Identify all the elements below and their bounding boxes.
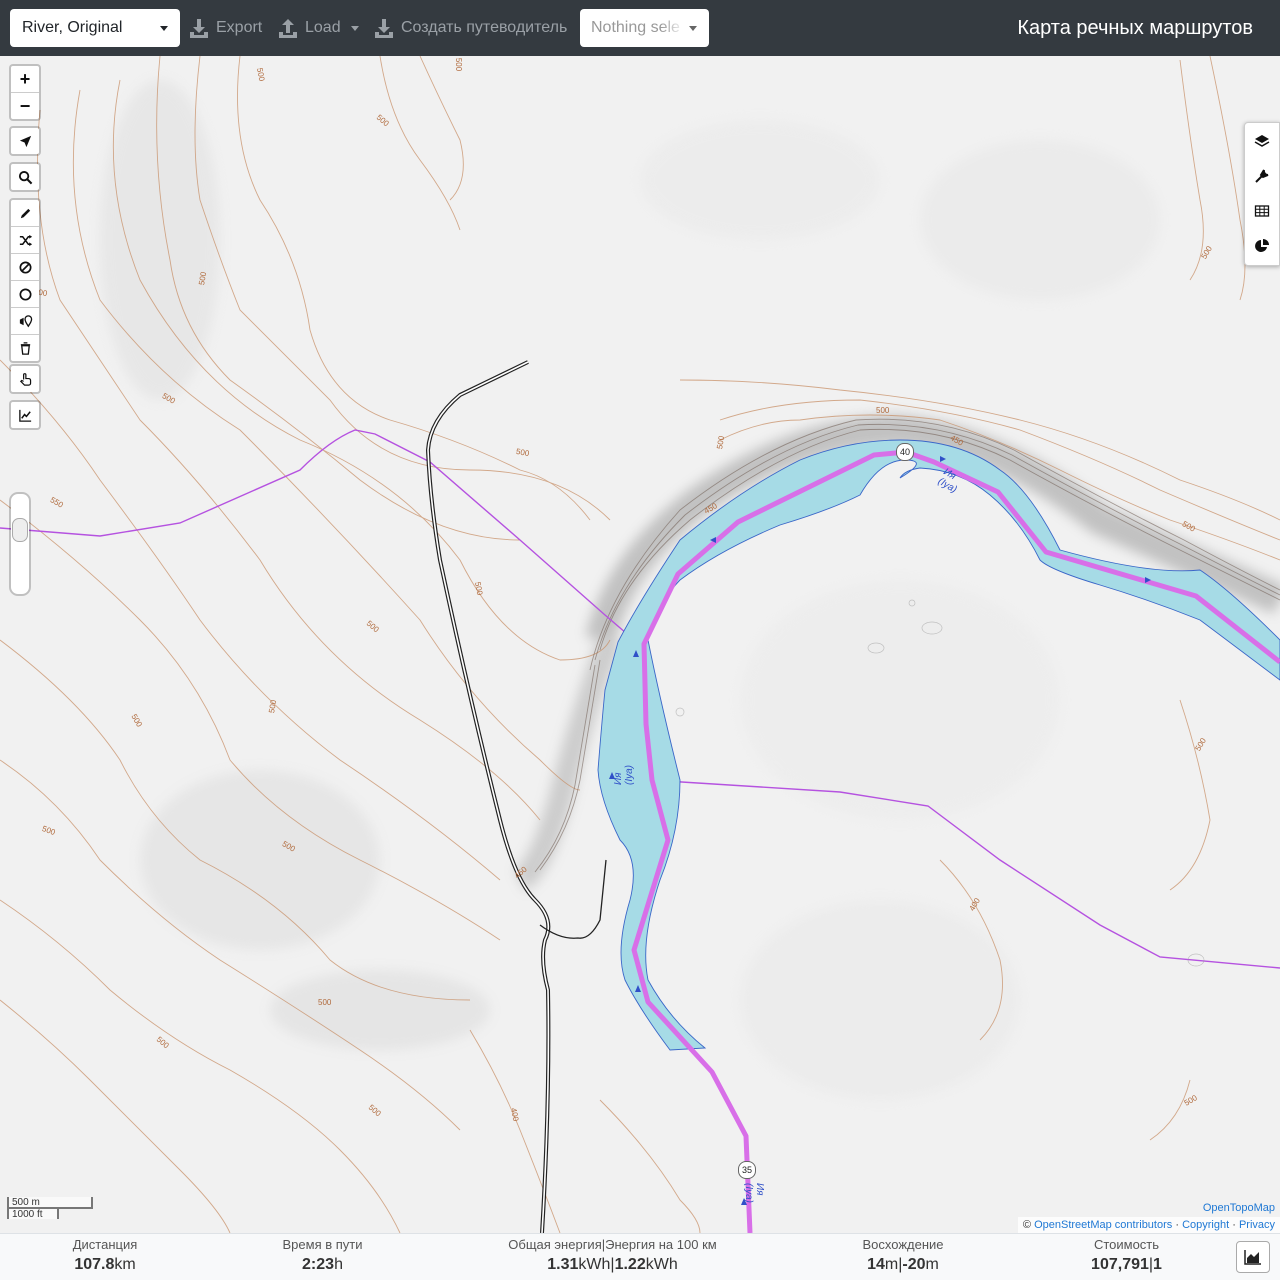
- stat-distance-value: 107.8km: [74, 1256, 136, 1273]
- draw-route-button[interactable]: [11, 200, 39, 227]
- river-label: Ия (Iya): [613, 765, 635, 785]
- table-icon: [1254, 204, 1270, 217]
- circle-button[interactable]: [11, 281, 39, 308]
- layers-button[interactable]: [1245, 123, 1279, 158]
- shuffle-icon: [19, 234, 32, 246]
- pencil-icon: [20, 208, 30, 218]
- chevron-down-icon: [160, 26, 168, 31]
- locate-button[interactable]: [11, 128, 39, 154]
- stat-time-label: Время в пути: [282, 1237, 363, 1252]
- stat-ascent: Восхождение 14m|-20m: [848, 1236, 958, 1276]
- tile-provider-link[interactable]: OpenTopoMap: [1203, 1202, 1275, 1214]
- stat-cost-label: Стоимость: [1093, 1237, 1160, 1252]
- profile-select[interactable]: River, Original: [10, 9, 180, 47]
- create-guide-label: Создать путеводитель: [401, 19, 568, 36]
- stat-cost: Стоимость 107,791|1: [1074, 1236, 1179, 1276]
- contour-label: 500: [454, 57, 464, 72]
- export-button[interactable]: Export: [188, 12, 262, 44]
- trash-icon: [20, 341, 30, 355]
- stat-time: Время в пути 2:23h: [270, 1236, 375, 1276]
- elevation-control: [9, 400, 41, 430]
- zoom-control: + −: [9, 64, 41, 121]
- selection-dropdown[interactable]: Nothing sele: [580, 9, 709, 47]
- pie-chart-icon: [1255, 238, 1269, 252]
- upload-icon: [279, 19, 297, 38]
- area-chart-icon: [1244, 1250, 1261, 1265]
- attribution: © OpenStreetMap contributors · Copyright…: [1017, 1217, 1280, 1233]
- hand-pointer-icon: [19, 372, 31, 386]
- opacity-slider-thumb[interactable]: [12, 518, 28, 542]
- route-distance-marker[interactable]: 40: [896, 443, 914, 461]
- delete-route-button[interactable]: [11, 335, 39, 361]
- zoom-out-button[interactable]: −: [11, 93, 39, 119]
- profile-select-value: River, Original: [22, 19, 123, 36]
- stat-energy-label: Общая энергия|Энергия на 100 км: [508, 1237, 717, 1252]
- osm-link[interactable]: OpenStreetMap contributors: [1034, 1219, 1172, 1231]
- search-button[interactable]: [11, 164, 39, 190]
- elevation-chart-button[interactable]: [11, 402, 39, 428]
- search-icon: [18, 170, 32, 184]
- ban-icon: [19, 261, 31, 273]
- chevron-down-icon: [689, 26, 697, 31]
- chevron-down-icon: [350, 25, 359, 31]
- stat-distance-label: Дистанция: [72, 1237, 138, 1252]
- contour-label: 500: [876, 406, 890, 415]
- transit-button[interactable]: [11, 366, 39, 392]
- reverse-route-button[interactable]: [11, 227, 39, 254]
- load-button[interactable]: Load: [277, 12, 359, 44]
- no-go-area-button[interactable]: [11, 254, 39, 281]
- settings-button[interactable]: [1245, 158, 1279, 193]
- contour-label: 500: [318, 998, 332, 1007]
- app-title: Карта речных маршрутов: [1017, 17, 1253, 39]
- right-toolbar: [1244, 122, 1280, 266]
- copyright-link[interactable]: Copyright: [1182, 1219, 1229, 1231]
- export-label: Export: [216, 19, 263, 36]
- load-label: Load: [305, 19, 341, 36]
- create-guide-button[interactable]: Создать путеводитель: [373, 12, 567, 44]
- line-chart-icon: [18, 409, 31, 422]
- stat-ascent-value: 14m|-20m: [867, 1256, 939, 1273]
- stat-time-value: 2:23h: [302, 1256, 343, 1273]
- locate-control: [9, 126, 41, 156]
- opacity-slider[interactable]: [9, 492, 31, 596]
- poi-button[interactable]: [11, 308, 39, 335]
- stat-cost-value: 107,791|1: [1091, 1256, 1162, 1273]
- download-icon: [190, 19, 208, 38]
- scale-imperial: 1000 ft: [7, 1207, 59, 1220]
- elevation-profile-button[interactable]: [1236, 1241, 1270, 1273]
- map-tiles: [0, 56, 1280, 1233]
- table-button[interactable]: [1245, 193, 1279, 228]
- draw-toolbar: [9, 198, 41, 363]
- top-navbar: River, Original Export Load Создать путе…: [0, 0, 1280, 56]
- river-label: Ия (Iya): [743, 1183, 765, 1203]
- download-icon: [375, 19, 393, 38]
- map-canvas[interactable]: 500 500 500 500 500 500 500 500 500 450 …: [0, 56, 1280, 1233]
- stat-energy: Общая энергия|Энергия на 100 км 1.31kWh|…: [500, 1236, 725, 1276]
- location-arrow-icon: [19, 135, 31, 147]
- layers-icon: [1254, 134, 1270, 147]
- stat-distance: Дистанция 107.8km: [60, 1236, 150, 1276]
- search-control: [9, 162, 41, 192]
- route-stats-bar: Дистанция 107.8km Время в пути 2:23h Общ…: [0, 1233, 1280, 1280]
- zoom-in-button[interactable]: +: [11, 66, 39, 93]
- route-distance-marker[interactable]: 35: [738, 1161, 756, 1179]
- privacy-link[interactable]: Privacy: [1239, 1219, 1275, 1231]
- map-marker-icon: [19, 314, 32, 327]
- scale-bar: 500 m 1000 ft: [7, 1197, 93, 1220]
- analysis-button[interactable]: [1245, 228, 1279, 263]
- wrench-icon: [1255, 168, 1269, 183]
- stat-energy-value: 1.31kWh|1.22kWh: [547, 1256, 678, 1273]
- circle-icon: [19, 288, 31, 300]
- transit-control: [9, 364, 41, 394]
- stat-ascent-label: Восхождение: [862, 1237, 944, 1252]
